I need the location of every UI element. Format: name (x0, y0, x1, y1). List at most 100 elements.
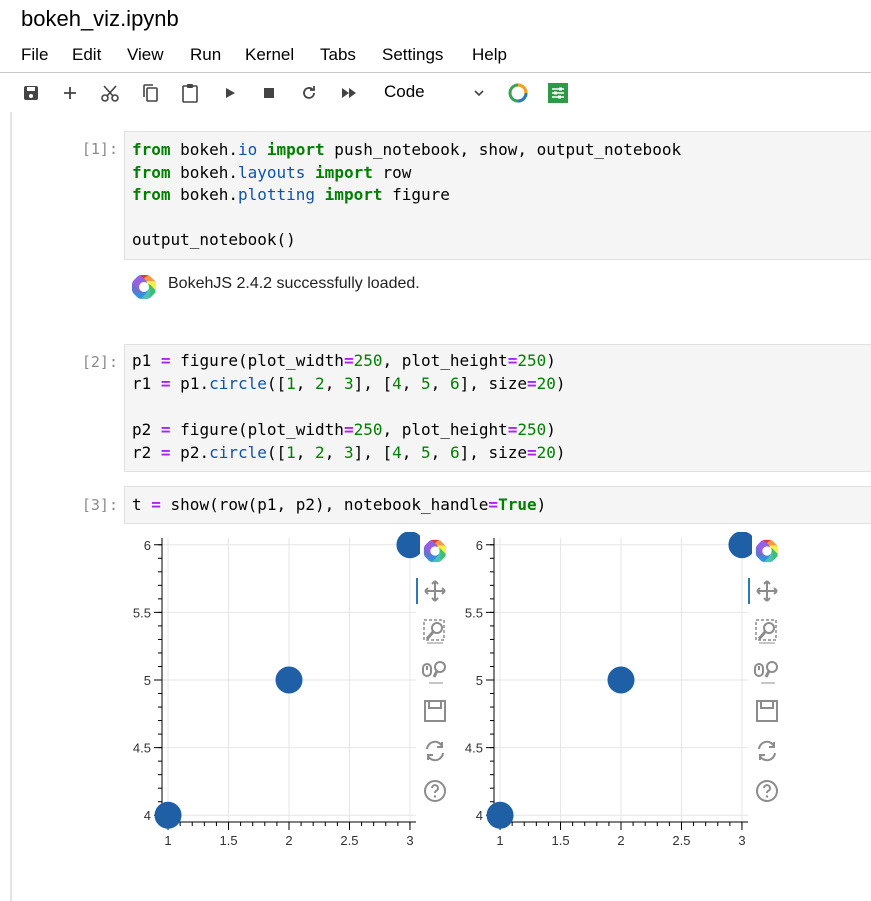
wheel-zoom-tool-icon (754, 661, 778, 684)
sliders-icon (548, 83, 568, 103)
x-tick-label: 2 (617, 833, 624, 848)
chevron-down-icon (474, 90, 484, 97)
stop-icon (264, 88, 274, 98)
cell-type-dropdown[interactable] (466, 80, 492, 106)
x-tick-label: 2.5 (672, 833, 690, 848)
bokeh-logo-icon (755, 539, 779, 563)
bokeh-plot-2[interactable]: 1 1.5 2 2.5 3 4 4.5 5 5.5 6 (452, 532, 752, 852)
bokeh-logo-icon (423, 539, 447, 563)
save-tool-icon (756, 700, 778, 722)
cell-prompt: [2]: (81, 353, 118, 371)
box-zoom-tool-button[interactable] (420, 616, 450, 646)
restart-run-all-button[interactable] (336, 80, 362, 106)
menu-help[interactable]: Help (472, 45, 507, 65)
reset-tool-icon (758, 740, 776, 762)
kernel-status-icon (508, 83, 528, 103)
bokeh-logo-button[interactable] (752, 536, 782, 566)
code-cell-input[interactable]: p1 = figure(plot_width=250, plot_height=… (124, 344, 871, 472)
run-button[interactable] (217, 80, 243, 106)
save-button[interactable] (18, 80, 44, 106)
menu-view[interactable]: View (127, 45, 164, 65)
property-inspector-button[interactable] (545, 80, 571, 106)
wheel-zoom-tool-button[interactable] (420, 656, 450, 686)
pan-tool-button[interactable] (752, 576, 782, 606)
bokeh-toolbar-2 (748, 536, 782, 806)
code-line: from bokeh.io import push_notebook, show… (132, 140, 682, 159)
y-tick-label: 5.5 (465, 605, 483, 620)
code-cell-input[interactable]: from bokeh.io import push_notebook, show… (124, 131, 871, 260)
code-line: p2 = figure(plot_width=250, plot_height=… (132, 420, 556, 439)
save-tool-button[interactable] (752, 696, 782, 726)
help-tool-button[interactable] (752, 776, 782, 806)
y-tick-label: 4 (476, 808, 483, 823)
code-line: r1 = p1.circle([1, 2, 3], [4, 5, 6], siz… (132, 374, 566, 393)
cell-prompt: [3]: (81, 496, 118, 514)
reset-tool-button[interactable] (752, 736, 782, 766)
reset-tool-icon (426, 740, 444, 762)
code-line: from bokeh.layouts import row (132, 163, 412, 182)
notebook-panel: [1]: from bokeh.io import push_notebook,… (0, 112, 871, 901)
save-tool-button[interactable] (420, 696, 450, 726)
x-tick-label: 1 (164, 833, 171, 848)
copy-button[interactable] (137, 80, 163, 106)
restart-icon (303, 86, 315, 99)
code-line: r2 = p2.circle([1, 2, 3], [4, 5, 6], siz… (132, 443, 566, 462)
code-line: from bokeh.plotting import figure (132, 185, 450, 204)
active-tool-indicator (416, 578, 418, 604)
menu-run[interactable]: Run (190, 45, 221, 65)
bokeh-toolbar-1 (416, 536, 450, 806)
x-tick-label: 1 (496, 833, 503, 848)
cell-prompt: [1]: (81, 140, 118, 158)
bokeh-logo-button[interactable] (420, 536, 450, 566)
code-line: output_notebook() (132, 230, 296, 249)
wheel-zoom-tool-button[interactable] (752, 656, 782, 686)
y-tick-label: 6 (476, 538, 483, 553)
y-tick-label: 4 (144, 808, 151, 823)
cell-collapser-bar (10, 112, 12, 901)
restart-button[interactable] (296, 80, 322, 106)
help-tool-icon (756, 780, 778, 802)
wheel-zoom-tool-icon (422, 661, 446, 684)
bokeh-loaded-message: BokehJS 2.4.2 successfully loaded. (168, 275, 420, 292)
box-zoom-tool-icon (423, 619, 445, 644)
box-zoom-tool-icon (755, 619, 777, 644)
y-tick-label: 4.5 (465, 741, 483, 756)
menu-bar: File Edit View Run Kernel Tabs Settings … (0, 43, 871, 69)
pan-tool-icon (424, 580, 446, 602)
y-tick-label: 5 (144, 673, 151, 688)
menu-file[interactable]: File (21, 45, 48, 65)
menu-settings[interactable]: Settings (382, 45, 443, 65)
data-point (154, 801, 182, 829)
menu-tabs[interactable]: Tabs (320, 45, 356, 65)
y-tick-label: 5.5 (133, 605, 151, 620)
insert-cell-button[interactable] (57, 80, 83, 106)
plus-icon (64, 87, 76, 99)
y-tick-label: 6 (144, 538, 151, 553)
code-line: p1 = figure(plot_width=250, plot_height=… (132, 351, 556, 370)
bokeh-plot-1[interactable]: 1 1.5 2 2.5 3 4 4.5 5 5.5 6 (120, 532, 420, 852)
x-tick-label: 1.5 (219, 833, 237, 848)
data-point (486, 801, 514, 829)
notebook-title: bokeh_viz.ipynb (21, 6, 179, 31)
y-tick-label: 5 (476, 673, 483, 688)
paste-button[interactable] (177, 80, 203, 106)
pan-tool-button[interactable] (420, 576, 450, 606)
help-tool-button[interactable] (420, 776, 450, 806)
copy-icon (143, 84, 158, 102)
scissors-icon (101, 85, 119, 102)
data-point (396, 532, 420, 559)
cell-type-select[interactable]: Code (384, 82, 425, 102)
x-tick-label: 1.5 (551, 833, 569, 848)
code-cell-input[interactable]: t = show(row(p1, p2), notebook_handle=Tr… (124, 486, 871, 524)
reset-tool-button[interactable] (420, 736, 450, 766)
menu-kernel[interactable]: Kernel (245, 45, 294, 65)
box-zoom-tool-button[interactable] (752, 616, 782, 646)
kernel-status (505, 80, 531, 106)
active-tool-indicator (748, 578, 750, 604)
code-line: t = show(row(p1, p2), notebook_handle=Tr… (132, 495, 547, 514)
interrupt-button[interactable] (256, 80, 282, 106)
menu-edit[interactable]: Edit (72, 45, 101, 65)
paste-icon (182, 84, 198, 103)
x-tick-label: 2 (285, 833, 292, 848)
cut-button[interactable] (97, 80, 123, 106)
